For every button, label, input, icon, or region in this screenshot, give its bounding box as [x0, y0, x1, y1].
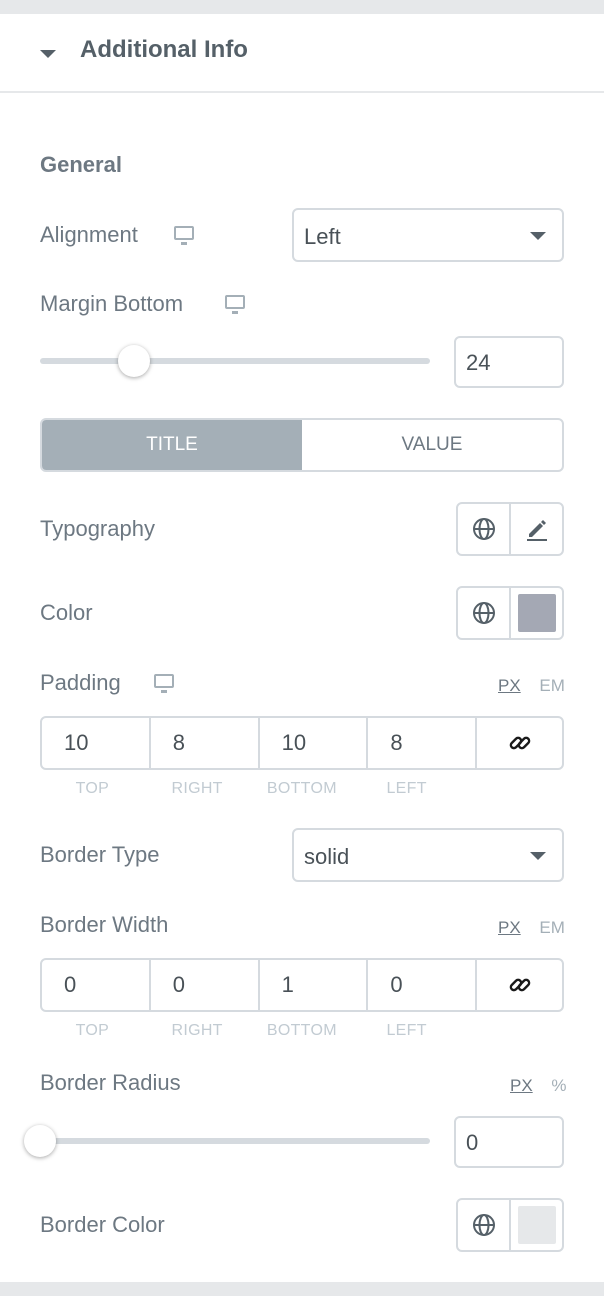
- color-swatch: [517, 594, 556, 632]
- global-color-button[interactable]: [458, 1200, 509, 1250]
- border-radius-label: Border Radius: [40, 1070, 181, 1095]
- border-width-top-input[interactable]: 0: [42, 960, 149, 1010]
- border-width-right-input[interactable]: 0: [148, 960, 258, 1010]
- border-width-label: Border Width: [40, 912, 169, 937]
- border-width-inputs: 0 0 1 0: [40, 958, 564, 1012]
- desktop-icon[interactable]: [174, 226, 194, 245]
- link-icon: [509, 978, 530, 992]
- chevron-down-icon: [530, 232, 546, 240]
- color-label: Color: [40, 600, 93, 625]
- desktop-icon[interactable]: [225, 295, 245, 314]
- border-radius-input[interactable]: 0: [454, 1116, 564, 1168]
- margin-bottom-label: Margin Bottom: [40, 291, 184, 316]
- unit-percent[interactable]: %: [551, 1076, 566, 1095]
- tab-title[interactable]: TITLE: [42, 420, 302, 470]
- global-typography-button[interactable]: [458, 504, 509, 554]
- desktop-icon[interactable]: [154, 674, 174, 693]
- edit-typography-button[interactable]: [509, 504, 562, 554]
- border-radius-slider-track[interactable]: [40, 1138, 430, 1144]
- unit-em[interactable]: EM: [539, 918, 565, 937]
- border-width-units: PX EM: [484, 918, 565, 938]
- globe-icon: [472, 518, 495, 540]
- chevron-down-icon: [530, 852, 546, 860]
- border-width-left-input[interactable]: 0: [366, 960, 475, 1010]
- globe-icon: [472, 1214, 495, 1236]
- link-icon: [509, 736, 530, 750]
- border-width-bottom-input[interactable]: 1: [257, 960, 367, 1010]
- margin-bottom-slider-handle[interactable]: [117, 345, 150, 377]
- border-radius-slider-handle[interactable]: [24, 1125, 56, 1157]
- padding-label: Padding: [40, 670, 121, 695]
- side-label-left: LEFT: [386, 1022, 427, 1039]
- border-type-value: solid: [304, 844, 350, 869]
- unit-px[interactable]: PX: [498, 918, 521, 937]
- side-label-top: TOP: [75, 780, 110, 797]
- side-label-bottom: BOTTOM: [266, 780, 337, 797]
- color-swatch: [517, 1206, 556, 1244]
- section-title: Additional Info: [80, 36, 248, 63]
- tab-value[interactable]: VALUE: [302, 420, 562, 470]
- side-label-left: LEFT: [386, 780, 427, 797]
- border-color-label: Border Color: [40, 1212, 165, 1237]
- side-label-bottom: BOTTOM: [266, 1022, 337, 1039]
- padding-right-input[interactable]: 8: [148, 718, 258, 768]
- unit-px[interactable]: PX: [510, 1076, 533, 1095]
- side-label-top: TOP: [75, 1022, 110, 1039]
- group-title-general: General: [40, 152, 122, 177]
- alignment-value: Left: [304, 224, 341, 249]
- padding-units: PX EM: [484, 676, 565, 696]
- side-label-right: RIGHT: [171, 1022, 223, 1039]
- padding-left-input[interactable]: 8: [366, 718, 475, 768]
- section-header[interactable]: Additional Info: [0, 14, 604, 93]
- border-type-select[interactable]: solid: [292, 828, 564, 882]
- border-type-label: Border Type: [40, 842, 160, 867]
- globe-icon: [472, 602, 495, 624]
- global-color-button[interactable]: [458, 588, 509, 638]
- side-label-right: RIGHT: [171, 780, 223, 797]
- settings-panel: Additional Info General Alignment Left M…: [0, 14, 604, 1282]
- alignment-label: Alignment: [40, 222, 138, 247]
- caret-down-icon[interactable]: [40, 50, 56, 58]
- padding-side-labels: TOP RIGHT BOTTOM LEFT: [40, 780, 459, 798]
- unit-em[interactable]: EM: [539, 676, 565, 695]
- link-values-button[interactable]: [475, 718, 562, 768]
- state-tabs: TITLE VALUE: [40, 418, 564, 472]
- margin-bottom-slider-track[interactable]: [40, 358, 430, 364]
- border-width-side-labels: TOP RIGHT BOTTOM LEFT: [40, 1022, 459, 1040]
- typography-label: Typography: [40, 516, 155, 541]
- border-color-picker-button[interactable]: [509, 1200, 562, 1250]
- color-picker-button[interactable]: [509, 588, 562, 638]
- link-values-button[interactable]: [475, 960, 562, 1010]
- typography-controls: [456, 502, 564, 556]
- padding-top-input[interactable]: 10: [42, 718, 149, 768]
- unit-px[interactable]: PX: [498, 676, 521, 695]
- alignment-select[interactable]: Left: [292, 208, 564, 262]
- color-controls: [456, 586, 564, 640]
- border-radius-units: PX %: [496, 1076, 567, 1096]
- padding-bottom-input[interactable]: 10: [257, 718, 367, 768]
- margin-bottom-input[interactable]: 24: [454, 336, 564, 388]
- padding-inputs: 10 8 10 8: [40, 716, 564, 770]
- border-color-controls: [456, 1198, 564, 1252]
- pencil-icon: [526, 520, 547, 541]
